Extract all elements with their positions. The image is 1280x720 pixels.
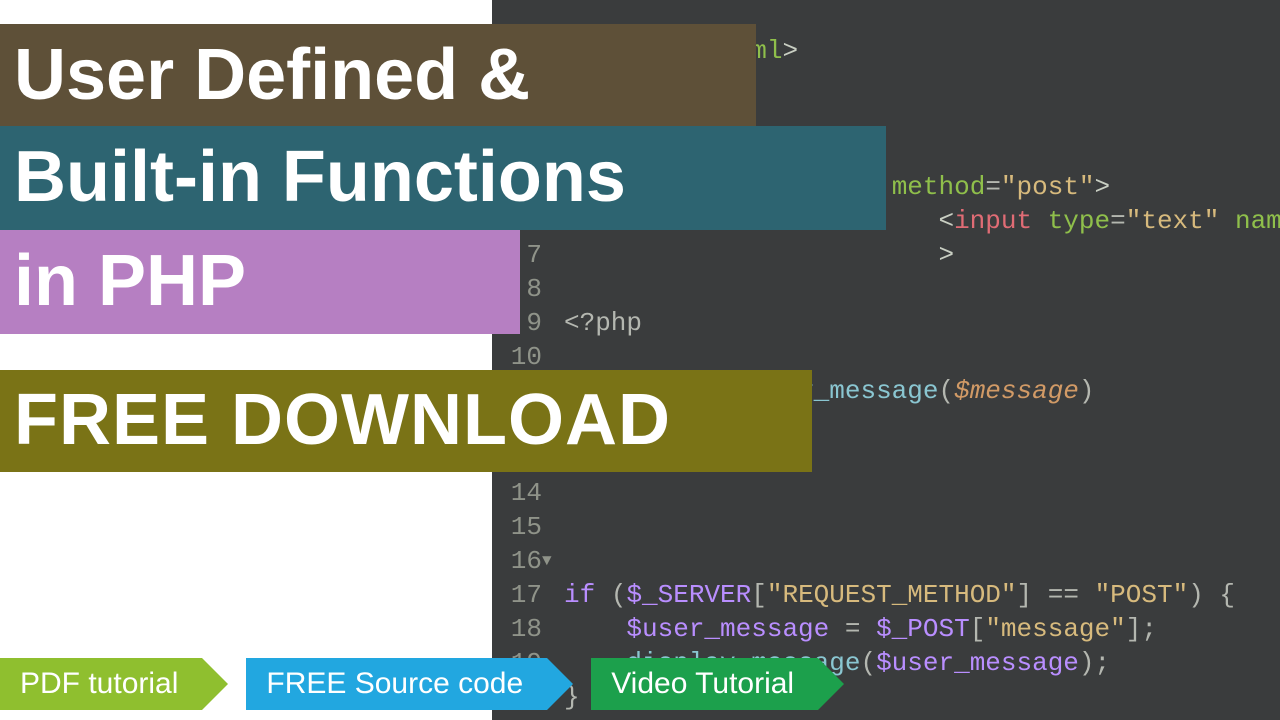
title-line-3: in PHP	[0, 230, 520, 334]
tag-row: PDF tutorial FREE Source code Video Tuto…	[0, 658, 818, 710]
title-line-1: User Defined &	[0, 24, 756, 128]
tag-source-code[interactable]: FREE Source code	[246, 658, 547, 710]
title-line-4: FREE DOWNLOAD	[0, 370, 812, 472]
tag-video-tutorial[interactable]: Video Tutorial	[591, 658, 818, 710]
tag-pdf-tutorial[interactable]: PDF tutorial	[0, 658, 202, 710]
title-line-2: Built-in Functions	[0, 126, 886, 230]
fold-arrow-icon: ▼	[542, 544, 558, 578]
